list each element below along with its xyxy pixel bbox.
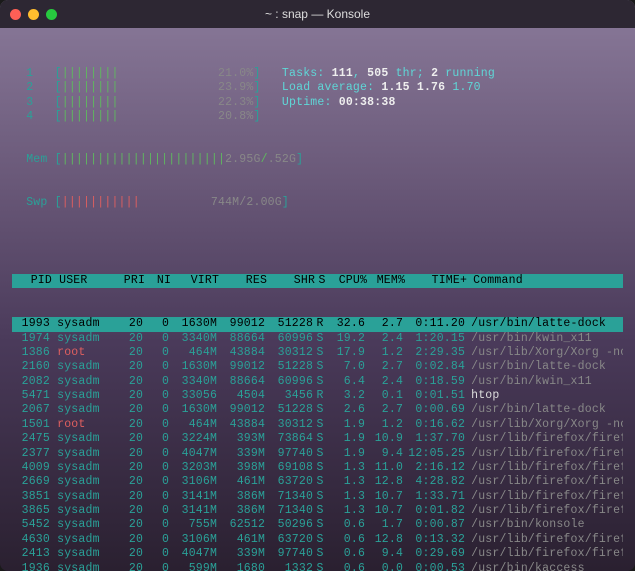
process-row[interactable]: 1501 root200464M4388430312S1.91.20:16.62… [12, 418, 623, 432]
process-row[interactable]: 2377 sysadm2004047M339M97740S1.99.412:05… [12, 447, 623, 461]
process-row[interactable]: 5452 sysadm200755M6251250296S0.61.70:00.… [12, 518, 623, 532]
titlebar[interactable]: ~ : snap — Konsole [0, 0, 635, 28]
cpu-meters: 1 [|||||||| 21.0%] Tasks: 111, 505 thr; … [12, 67, 623, 125]
process-row[interactable]: 1386 root200464M4388430312S17.91.22:29.3… [12, 346, 623, 360]
process-row[interactable]: 2160 sysadm2001630M9901251228S7.02.70:02… [12, 360, 623, 374]
process-row[interactable]: 2475 sysadm2003224M393M73864S1.910.91:37… [12, 432, 623, 446]
process-row[interactable]: 2413 sysadm2004047M339M97740S0.69.40:29.… [12, 547, 623, 561]
konsole-window: ~ : snap — Konsole 1 [|||||||| 21.0%] Ta… [0, 0, 635, 571]
process-list[interactable]: 1993 sysadm2001630M9901251228R32.62.70:1… [12, 317, 623, 571]
process-row[interactable]: 1974 sysadm2003340M8866460996S19.22.41:2… [12, 332, 623, 346]
process-row[interactable]: 2082 sysadm2003340M8866460996S6.42.40:18… [12, 375, 623, 389]
process-row[interactable]: 2669 sysadm2003106M461M63720S1.312.84:28… [12, 475, 623, 489]
process-row[interactable]: 5471 sysadm2003305645043456R3.20.10:01.5… [12, 389, 623, 403]
process-row[interactable]: 3865 sysadm2003141M386M71340S1.310.70:01… [12, 504, 623, 518]
process-row[interactable]: 3851 sysadm2003141M386M71340S1.310.71:33… [12, 490, 623, 504]
process-row[interactable]: 2067 sysadm2001630M9901251228S2.62.70:00… [12, 403, 623, 417]
mem-meter: Mem [|||||||||||||||||||||||2.95G/.52G] [12, 153, 623, 167]
swp-meter: Swp [||||||||||| 744M/2.00G] [12, 196, 623, 210]
process-row[interactable]: 1993 sysadm2001630M9901251228R32.62.70:1… [12, 317, 623, 331]
process-row[interactable]: 4009 sysadm2003203M398M69108S1.311.02:16… [12, 461, 623, 475]
process-row[interactable]: 4630 sysadm2003106M461M63720S0.612.80:13… [12, 533, 623, 547]
column-header[interactable]: PID USERPRINIVIRTRESSHRSCPU%MEM%TIME+Com… [12, 274, 623, 288]
process-row[interactable]: 1936 sysadm200599M16801332S0.60.00:00.53… [12, 562, 623, 571]
window-title: ~ : snap — Konsole [0, 7, 635, 21]
terminal-content[interactable]: 1 [|||||||| 21.0%] Tasks: 111, 505 thr; … [0, 28, 635, 571]
